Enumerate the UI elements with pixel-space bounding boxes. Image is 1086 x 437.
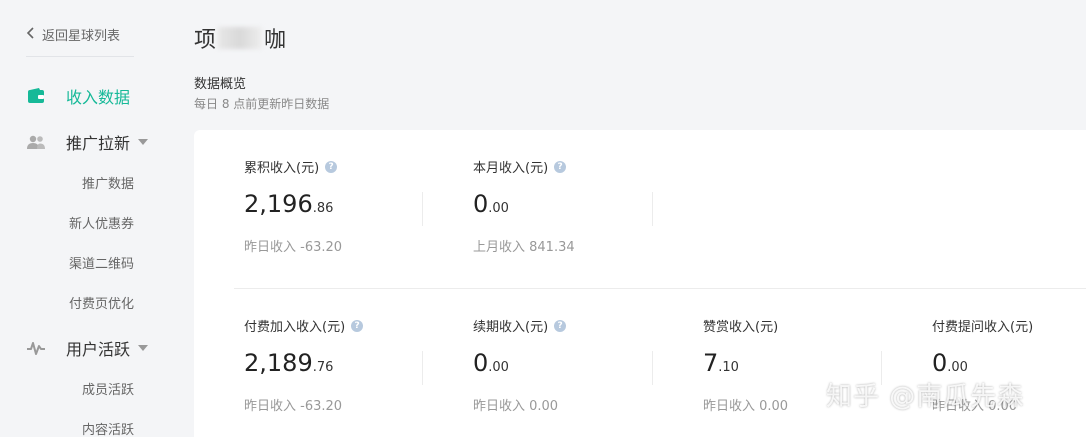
metric-label: 付费加入收入(元) — [244, 320, 346, 335]
sidebar-subitem-promo-data[interactable]: 推广数据 — [26, 173, 134, 192]
sidebar-item-activity[interactable]: 用户活跃 — [26, 336, 149, 360]
metric-value-int: 0 — [473, 190, 489, 218]
help-icon[interactable]: ? — [554, 319, 567, 332]
help-icon[interactable]: ? — [351, 319, 364, 332]
watermark: 知乎 @南瓜先森 — [826, 382, 1025, 412]
metric-value: 7.10 — [703, 349, 788, 377]
page-title: 项 咖 — [194, 22, 286, 54]
column-divider — [652, 192, 653, 226]
metric-sub: 昨日收入 0.00 — [473, 399, 559, 414]
sidebar-subitem-paypage[interactable]: 付费页优化 — [26, 293, 134, 312]
title-end: 咖 — [264, 28, 287, 53]
title-start: 项 — [194, 28, 217, 53]
metric-reward-income: 赞赏收入(元) 7.10 昨日收入 0.00 — [703, 316, 788, 414]
metric-sub: 昨日收入 -63.20 — [244, 240, 343, 255]
metric-sub: 昨日收入 -63.20 — [244, 399, 343, 414]
caret-down-icon — [138, 345, 149, 351]
redacted-text — [218, 27, 263, 49]
pulse-icon — [26, 338, 46, 358]
metric-value: 2,189.76 — [244, 349, 363, 377]
metric-value-int: 0 — [473, 349, 489, 377]
metric-value: 0.00 — [473, 349, 566, 377]
metric-value-dec: .76 — [312, 360, 334, 375]
metric-total-income: 累积收入(元) ? 2,196.86 昨日收入 -63.20 — [244, 157, 342, 255]
metric-label: 付费提问收入(元) — [932, 320, 1034, 335]
metric-month-income: 本月收入(元) ? 0.00 上月收入 841.34 — [473, 157, 575, 255]
metric-value-int: 7 — [703, 349, 719, 377]
sidebar: 返回星球列表 收入数据 推广拉新 推广数据 新人优惠券 渠道二维码 付费页优化 … — [0, 0, 165, 437]
metric-value-int: 2,196 — [244, 190, 313, 218]
sidebar-subitem-member-activity[interactable]: 成员活跃 — [26, 379, 134, 398]
metric-label: 续期收入(元) — [473, 320, 549, 335]
help-icon[interactable]: ? — [554, 160, 567, 173]
wallet-icon — [26, 86, 46, 106]
column-divider — [422, 192, 423, 226]
back-to-list-link[interactable]: 返回星球列表 — [26, 25, 120, 44]
sidebar-subitem-content-activity[interactable]: 内容活跃 — [26, 419, 134, 437]
metric-value: 2,196.86 — [244, 190, 342, 218]
metric-value-dec: .00 — [488, 360, 509, 375]
overview-subtitle: 每日 8 点前更新昨日数据 — [194, 97, 330, 111]
metric-value: 0.00 — [932, 349, 1033, 377]
metric-value-dec: .10 — [718, 360, 739, 375]
sidebar-subitem-coupon[interactable]: 新人优惠券 — [26, 213, 134, 232]
sidebar-subitem-qrcode[interactable]: 渠道二维码 — [26, 253, 134, 272]
users-icon — [26, 132, 46, 152]
metric-sub: 上月收入 841.34 — [473, 240, 575, 255]
sidebar-item-label: 推广拉新 — [66, 134, 131, 153]
chevron-left-icon — [26, 26, 36, 43]
metric-label: 本月收入(元) — [473, 161, 549, 176]
sidebar-item-label: 收入数据 — [66, 88, 131, 107]
metric-value-int: 0 — [932, 349, 948, 377]
sidebar-divider — [26, 56, 134, 57]
column-divider — [652, 351, 653, 385]
caret-down-icon — [138, 139, 149, 145]
metric-renewal-income: 续期收入(元) ? 0.00 昨日收入 0.00 — [473, 316, 567, 414]
metric-label: 赞赏收入(元) — [703, 320, 779, 335]
metric-value: 0.00 — [473, 190, 575, 218]
overview-title: 数据概览 — [194, 77, 247, 92]
metric-sub: 昨日收入 0.00 — [703, 399, 789, 414]
sidebar-item-promotion[interactable]: 推广拉新 — [26, 130, 149, 154]
column-divider — [422, 351, 423, 385]
metric-value-dec: .00 — [488, 201, 509, 216]
sidebar-item-income[interactable]: 收入数据 — [26, 84, 130, 108]
row-divider — [234, 288, 1086, 289]
help-icon[interactable]: ? — [325, 160, 338, 173]
metric-label: 累积收入(元) — [244, 161, 320, 176]
back-label: 返回星球列表 — [42, 29, 121, 44]
sidebar-item-label: 用户活跃 — [66, 340, 131, 359]
metric-value-dec: .86 — [312, 201, 334, 216]
metric-join-income: 付费加入收入(元) ? 2,189.76 昨日收入 -63.20 — [244, 316, 364, 414]
metric-value-dec: .00 — [947, 360, 968, 375]
metric-value-int: 2,189 — [244, 349, 313, 377]
